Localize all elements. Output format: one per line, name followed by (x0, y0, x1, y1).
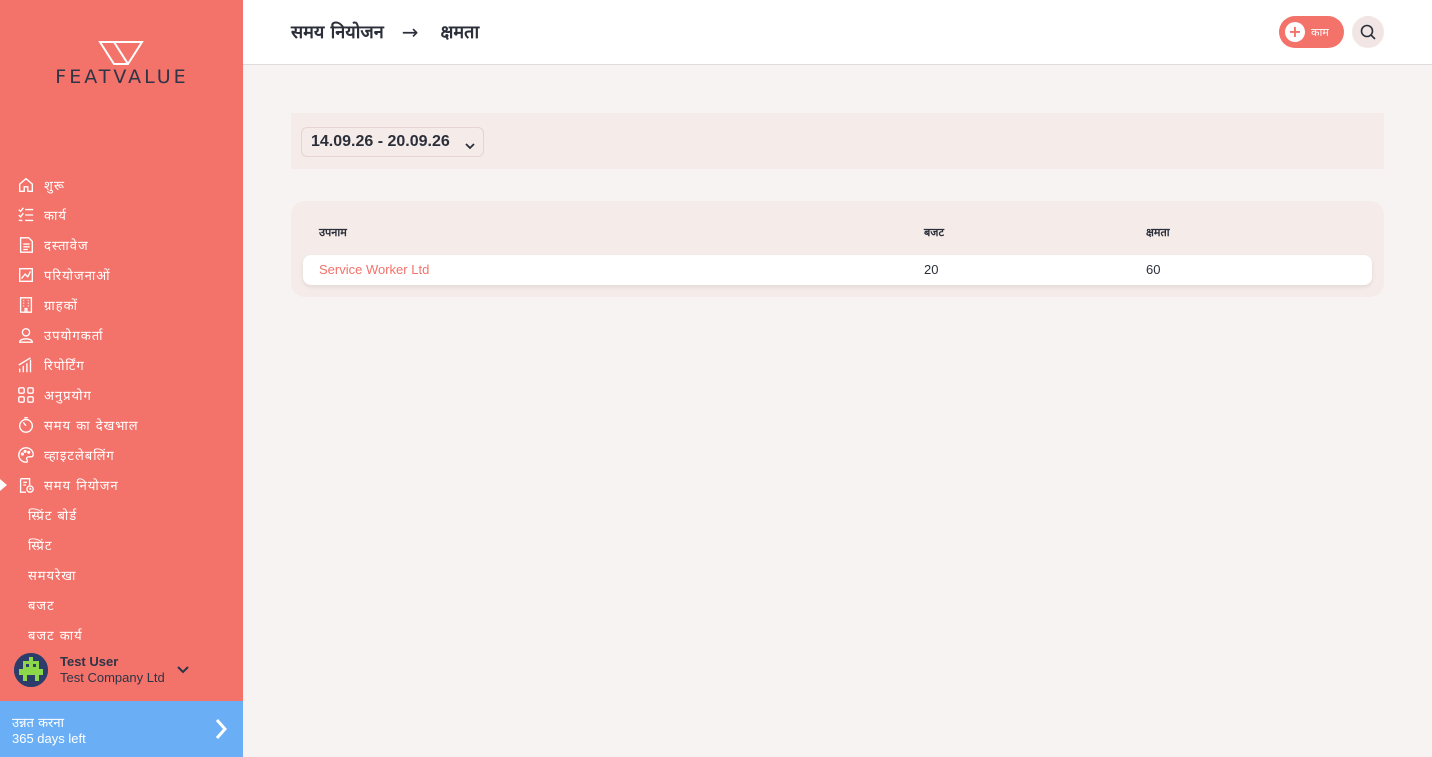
chevron-right-icon (215, 718, 228, 744)
chevron-down-icon[interactable] (177, 659, 189, 678)
sidebar-item-label: रिपोर्टिंग (44, 359, 85, 374)
sidebar-item-home[interactable]: शुरू (0, 170, 243, 200)
user-company: Test Company Ltd (60, 670, 165, 685)
sidebar-item-label: व्हाइटलेबलिंग (44, 449, 115, 464)
cell-alias[interactable]: Service Worker Ltd (319, 262, 429, 277)
document-icon (16, 235, 36, 255)
sidebar-item-label: उपयोगकर्ता (44, 329, 104, 344)
sidebar-subitem-sprint-board[interactable]: स्प्रिंट बोर्ड (0, 500, 243, 530)
user-menu[interactable]: Test User Test Company Ltd (14, 650, 234, 690)
sidebar-item-documents[interactable]: दस्तावेज (0, 230, 243, 260)
search-button[interactable] (1352, 16, 1384, 48)
checklist-icon (16, 205, 36, 225)
logo-wordmark: FEATVALUE (55, 66, 189, 88)
date-range-select[interactable]: 14.09.26 - 20.09.26 (301, 127, 484, 157)
apps-icon (16, 385, 36, 405)
breadcrumb-current: क्षमता (440, 22, 480, 43)
add-task-label: काम (1311, 25, 1329, 39)
sidebar-subitem-budget-tasks[interactable]: बजट कार्य (0, 620, 243, 650)
sidebar-item-label: समय का देखभाल (44, 419, 139, 434)
palette-icon (16, 445, 36, 465)
featvalue-logo[interactable]: FEATVALUE (36, 40, 208, 90)
sidebar-item-tasks[interactable]: कार्य (0, 200, 243, 230)
home-icon (16, 175, 36, 195)
sidebar-subitem-sprint[interactable]: स्प्रिंट (0, 530, 243, 560)
sidebar-nav: शुरू कार्य दस्तावेज परियोजनाओं ग्राहकों … (0, 170, 243, 650)
sidebar-item-label: समय नियोजन (44, 479, 119, 494)
sidebar-item-users[interactable]: उपयोगकर्ता (0, 320, 243, 350)
upgrade-banner[interactable]: उन्नत करना 365 days left (0, 701, 243, 757)
sidebar-item-time-tracking[interactable]: समय का देखभाल (0, 410, 243, 440)
breadcrumb-separator: → (401, 20, 419, 44)
sidebar-item-label: कार्य (44, 209, 67, 224)
sidebar-item-label: अनुप्रयोग (44, 389, 92, 404)
sidebar-item-time-planning[interactable]: समय नियोजन (0, 470, 243, 500)
pixel-avatar-icon (14, 653, 48, 687)
sidebar-item-label: शुरू (44, 179, 65, 194)
cell-capacity: 60 (1146, 262, 1161, 277)
column-header-budget[interactable]: बजट (924, 225, 944, 240)
sidebar-item-apps[interactable]: अनुप्रयोग (0, 380, 243, 410)
logo-mark-icon (98, 41, 144, 65)
sidebar-subitem-budget[interactable]: बजट (0, 590, 243, 620)
chart-icon (16, 265, 36, 285)
column-header-alias[interactable]: उपनाम (319, 225, 347, 240)
filter-bar: 14.09.26 - 20.09.26 (291, 113, 1384, 169)
sidebar-item-whitelabeling[interactable]: व्हाइटलेबलिंग (0, 440, 243, 470)
upgrade-days-left: 365 days left (12, 731, 86, 746)
upgrade-title: उन्नत करना (12, 716, 64, 731)
user-name: Test User (60, 654, 119, 669)
sidebar-item-label: परियोजनाओं (44, 269, 111, 284)
breadcrumb-parent[interactable]: समय नियोजन (291, 20, 384, 44)
cell-budget: 20 (924, 262, 939, 277)
bar-chart-icon (16, 355, 36, 375)
building-icon (16, 295, 36, 315)
sidebar-item-label: ग्राहकों (44, 299, 78, 314)
search-icon (1360, 24, 1376, 40)
add-task-button[interactable]: + काम (1279, 16, 1344, 48)
column-header-capacity[interactable]: क्षमता (1146, 225, 1170, 240)
top-header: समय नियोजन → क्षमता + काम (243, 0, 1432, 65)
breadcrumb: समय नियोजन → क्षमता (291, 20, 479, 44)
sidebar-item-projects[interactable]: परियोजनाओं (0, 260, 243, 290)
date-range-value: 14.09.26 - 20.09.26 (311, 133, 450, 150)
sidebar-subitem-timeline[interactable]: समयरेखा (0, 560, 243, 590)
planning-icon (16, 475, 36, 495)
table-row[interactable]: Service Worker Ltd 20 60 (303, 255, 1372, 285)
timer-icon (16, 415, 36, 435)
sidebar: FEATVALUE शुरू कार्य दस्तावेज परियोजनाओं… (0, 0, 243, 757)
chevron-down-icon (465, 137, 475, 155)
sidebar-item-label: दस्तावेज (44, 239, 89, 254)
sidebar-item-clients[interactable]: ग्राहकों (0, 290, 243, 320)
user-icon (16, 325, 36, 345)
plus-icon: + (1285, 22, 1305, 42)
avatar (14, 653, 48, 687)
sidebar-item-reporting[interactable]: रिपोर्टिंग (0, 350, 243, 380)
capacity-table: उपनाम बजट क्षमता Service Worker Ltd 20 6… (291, 201, 1384, 297)
user-info: Test User Test Company Ltd (60, 654, 165, 686)
